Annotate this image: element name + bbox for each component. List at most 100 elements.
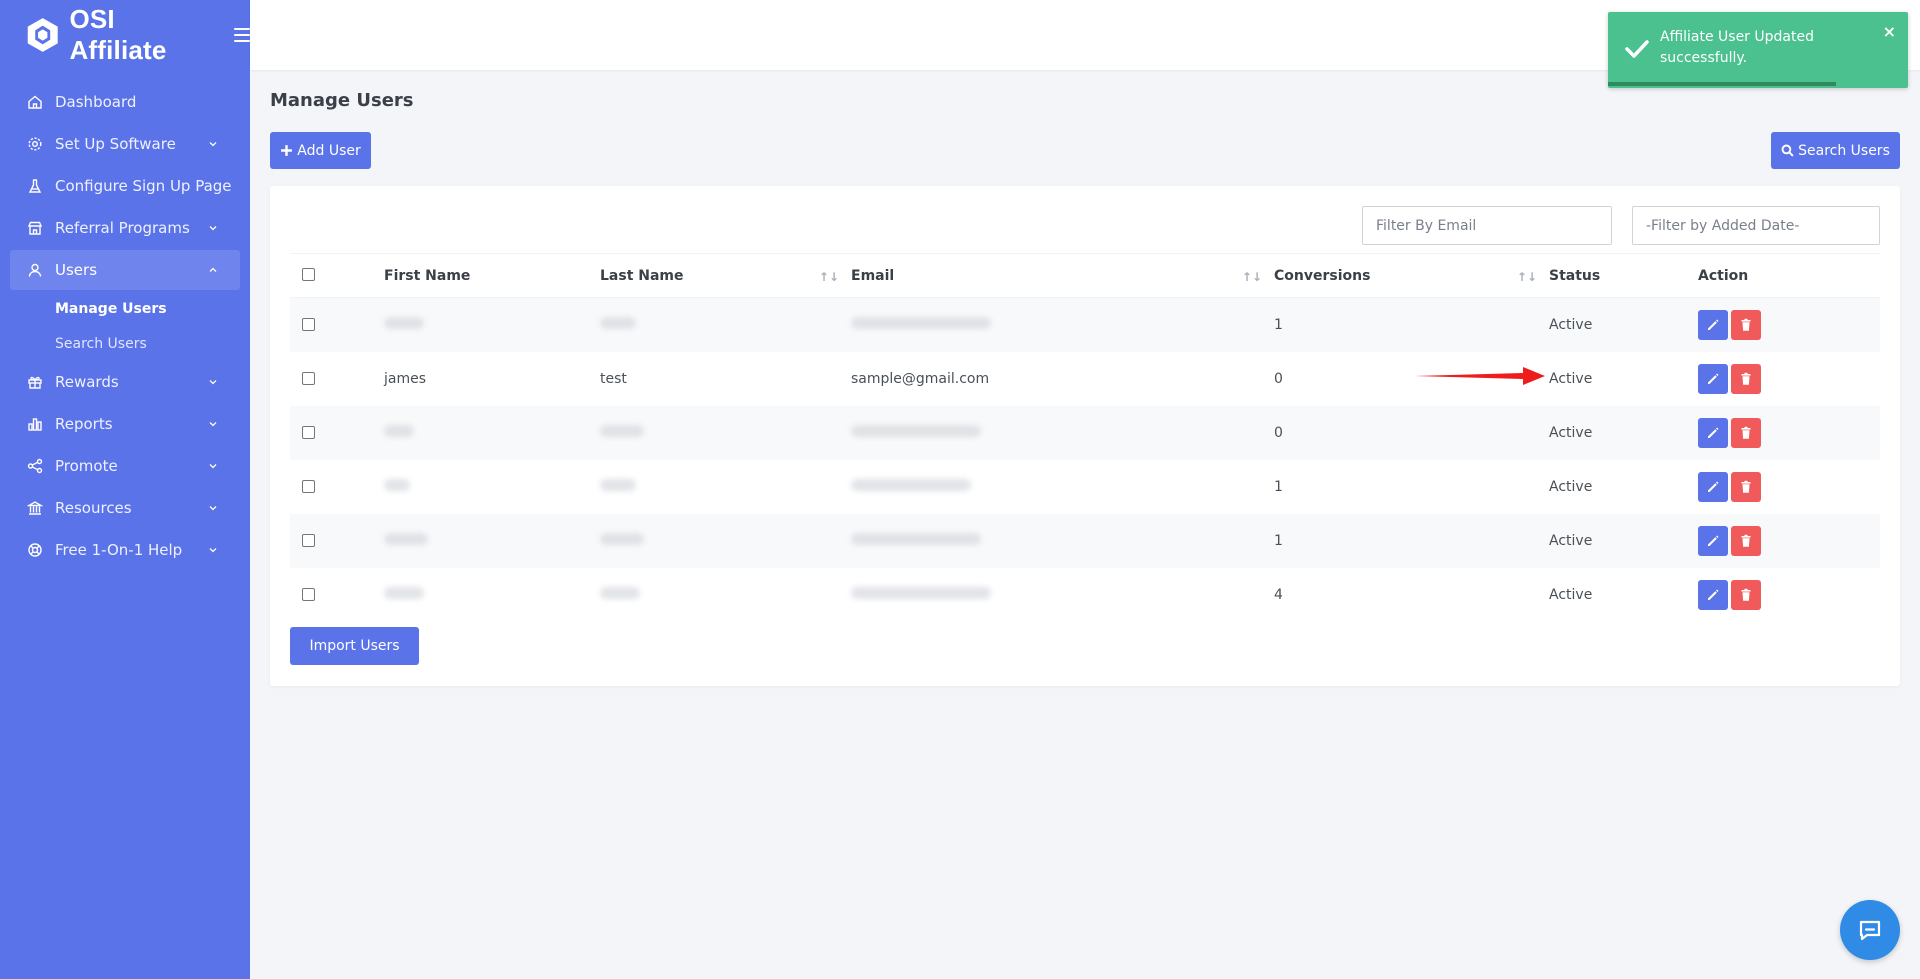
search-users-label: Search Users	[1798, 142, 1890, 159]
sidebar-item-label: Resources	[55, 499, 132, 517]
cell-email	[851, 514, 1274, 568]
import-users-button[interactable]: Import Users	[290, 627, 419, 665]
search-icon	[1781, 144, 1794, 157]
sidebar-subitem-search-users[interactable]: Search Users	[55, 327, 250, 360]
sort-icon[interactable]: ↑↓	[1517, 270, 1537, 284]
select-all-checkbox[interactable]	[302, 268, 315, 281]
redacted-text	[600, 316, 636, 329]
bar-chart-icon	[28, 418, 42, 431]
chevron-down-icon	[209, 548, 217, 553]
sidebar-item-resources[interactable]: Resources	[10, 488, 240, 528]
chat-bubble-icon	[1859, 920, 1881, 941]
bank-icon	[27, 501, 43, 515]
header-email[interactable]: Email ↑↓	[851, 253, 1274, 298]
edit-button[interactable]	[1698, 417, 1728, 448]
sidebar-item-referral-programs[interactable]: Referral Programs	[10, 208, 240, 248]
share-icon	[27, 458, 43, 474]
chevron-up-icon	[209, 267, 217, 272]
edit-button[interactable]	[1698, 471, 1728, 502]
redacted-text	[600, 478, 636, 491]
cell-status: Active	[1549, 532, 1593, 549]
row-checkbox[interactable]	[302, 588, 315, 601]
trash-icon	[1741, 426, 1751, 439]
trash-icon	[1741, 318, 1751, 331]
edit-button[interactable]	[1698, 309, 1728, 340]
cell-conversions: 1	[1274, 316, 1283, 333]
add-user-button[interactable]: Add User	[270, 132, 371, 169]
redacted-text	[851, 424, 981, 437]
cell-first-name: james	[384, 370, 427, 387]
toast-message: Affiliate User Updated successfully.	[1660, 29, 1814, 66]
select-all-cell	[290, 253, 384, 298]
redacted-text	[600, 424, 644, 437]
sidebar-item-users[interactable]: Users	[10, 250, 240, 290]
gift-icon	[28, 376, 42, 389]
filter-email-input[interactable]: Filter By Email	[1362, 206, 1612, 245]
sort-icon[interactable]: ↑↓	[1242, 270, 1262, 284]
cell-email	[851, 406, 1274, 460]
success-toast: Affiliate User Updated successfully. ×	[1608, 12, 1908, 88]
row-checkbox[interactable]	[302, 318, 315, 332]
cell-last-name	[600, 298, 851, 352]
redacted-text	[600, 586, 640, 599]
cell-email	[851, 298, 1274, 352]
sidebar-item-label: Referral Programs	[55, 219, 190, 237]
row-checkbox[interactable]	[302, 426, 315, 439]
trash-icon	[1741, 588, 1751, 601]
sidebar-item-rewards[interactable]: Rewards	[10, 362, 240, 402]
cell-email	[851, 460, 1274, 514]
table-row: 0 Active	[290, 405, 1880, 460]
redacted-text	[851, 316, 991, 329]
delete-button[interactable]	[1731, 363, 1761, 394]
delete-button[interactable]	[1731, 471, 1761, 502]
row-select-cell	[290, 352, 384, 406]
pencil-icon	[1708, 319, 1719, 330]
table-body: 1 Active james test sample@gmail.com 0 Active 0…	[290, 297, 1880, 622]
toast-close-icon[interactable]: ×	[1883, 22, 1896, 41]
edit-button[interactable]	[1698, 525, 1728, 556]
row-checkbox[interactable]	[302, 534, 315, 547]
sort-icon[interactable]: ↑↓	[819, 270, 839, 284]
header-last-name[interactable]: Last Name ↑↓	[600, 253, 851, 298]
header-conversions[interactable]: Conversions ↑↓	[1274, 253, 1549, 298]
edit-button[interactable]	[1698, 363, 1728, 394]
pencil-icon	[1708, 427, 1719, 438]
delete-button[interactable]	[1731, 417, 1761, 448]
table-header-row: First Name Last Name ↑↓ Email ↑↓ Conversio…	[290, 253, 1880, 298]
table-row: james test sample@gmail.com 0 Active	[290, 352, 1880, 406]
cell-first-name	[384, 514, 600, 568]
chevron-down-icon	[209, 506, 217, 511]
sidebar-item-reports[interactable]: Reports	[10, 404, 240, 444]
sidebar-item-promote[interactable]: Promote	[10, 446, 240, 486]
delete-button[interactable]	[1731, 525, 1761, 556]
sidebar-subitem-manage-users[interactable]: Manage Users	[55, 292, 250, 325]
sidebar-item-free-help[interactable]: Free 1-On-1 Help	[10, 530, 240, 570]
pencil-icon	[1708, 373, 1719, 384]
sidebar-item-label: Users	[55, 261, 98, 279]
row-checkbox[interactable]	[302, 480, 315, 493]
cell-actions	[1698, 514, 1880, 568]
sidebar-item-dashboard[interactable]: Dashboard	[10, 82, 240, 122]
row-select-cell	[290, 298, 384, 352]
redacted-text	[600, 532, 644, 545]
cell-email: sample@gmail.com	[851, 370, 990, 387]
cell-actions	[1698, 406, 1880, 460]
add-user-label: Add User	[297, 142, 361, 159]
chat-widget-button[interactable]	[1840, 900, 1900, 960]
search-users-button[interactable]: Search Users	[1771, 132, 1900, 169]
delete-button[interactable]	[1731, 309, 1761, 340]
cell-actions	[1698, 352, 1880, 406]
sidebar-item-set-up-software[interactable]: Set Up Software	[10, 124, 240, 164]
header-first-name[interactable]: First Name	[384, 253, 600, 298]
sidebar-item-label: Reports	[55, 415, 113, 433]
trash-icon	[1741, 480, 1751, 493]
cell-conversions: 1	[1274, 478, 1283, 495]
filter-date-input[interactable]: -Filter by Added Date-	[1632, 206, 1880, 245]
row-select-cell	[290, 514, 384, 568]
edit-button[interactable]	[1698, 579, 1728, 610]
red-annotation-arrow	[1415, 367, 1545, 385]
hamburger-menu-icon[interactable]	[234, 28, 250, 42]
delete-button[interactable]	[1731, 579, 1761, 610]
sidebar-item-configure-sign-up-page[interactable]: Configure Sign Up Page	[10, 166, 240, 206]
row-checkbox[interactable]	[302, 372, 315, 385]
